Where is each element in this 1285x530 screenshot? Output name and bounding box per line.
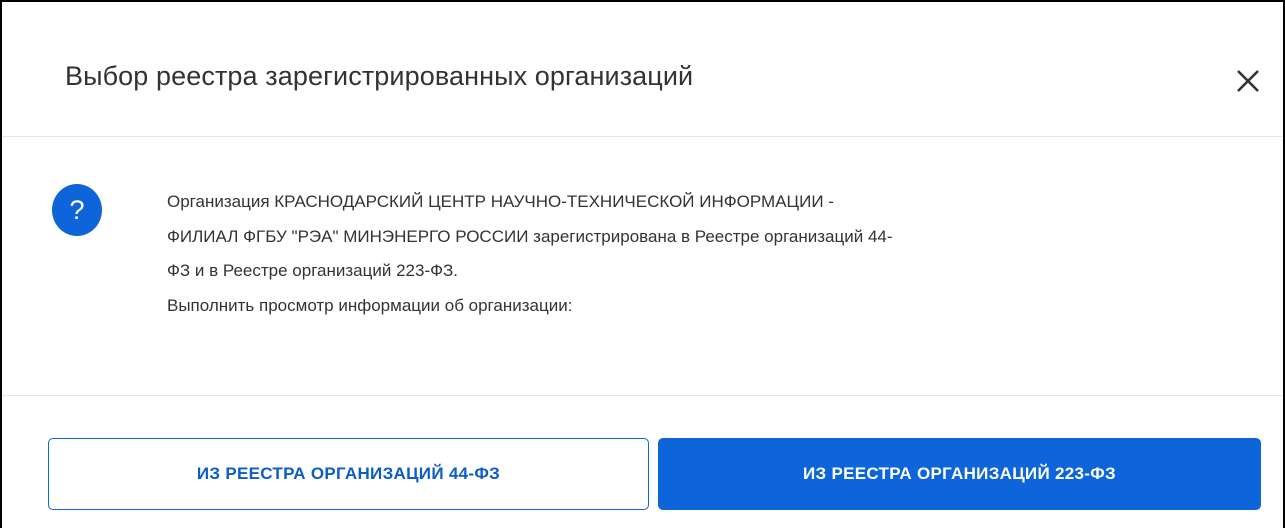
dialog-body: ? Организация КРАСНОДАРСКИЙ ЦЕНТР НАУЧНО… — [2, 137, 1283, 396]
dialog-message: Организация КРАСНОДАРСКИЙ ЦЕНТР НАУЧНО-Т… — [167, 185, 1207, 323]
dialog-footer: ИЗ РЕЕСТРА ОРГАНИЗАЦИЙ 44-ФЗ ИЗ РЕЕСТРА … — [2, 396, 1283, 528]
message-line: Организация КРАСНОДАРСКИЙ ЦЕНТР НАУЧНО-Т… — [167, 192, 834, 211]
question-icon: ? — [52, 184, 102, 236]
question-icon-glyph: ? — [69, 195, 85, 225]
dialog-title: Выбор реестра зарегистрированных организ… — [65, 61, 694, 91]
dialog-header: Выбор реестра зарегистрированных организ… — [2, 2, 1283, 137]
registry-select-dialog: Выбор реестра зарегистрированных организ… — [0, 0, 1285, 528]
close-button[interactable] — [1228, 61, 1268, 101]
close-icon — [1237, 70, 1259, 92]
registry-44fz-button[interactable]: ИЗ РЕЕСТРА ОРГАНИЗАЦИЙ 44-ФЗ — [48, 438, 649, 510]
message-prompt: Выполнить просмотр информации об организ… — [167, 295, 573, 315]
message-line: ФИЛИАЛ ФГБУ "РЭА" МИНЭНЕРГО РОССИИ зарег… — [167, 226, 893, 246]
registry-223fz-button[interactable]: ИЗ РЕЕСТРА ОРГАНИЗАЦИЙ 223-ФЗ — [658, 438, 1261, 510]
message-line: ФЗ и в Реестре организаций 223-ФЗ. — [167, 261, 459, 280]
